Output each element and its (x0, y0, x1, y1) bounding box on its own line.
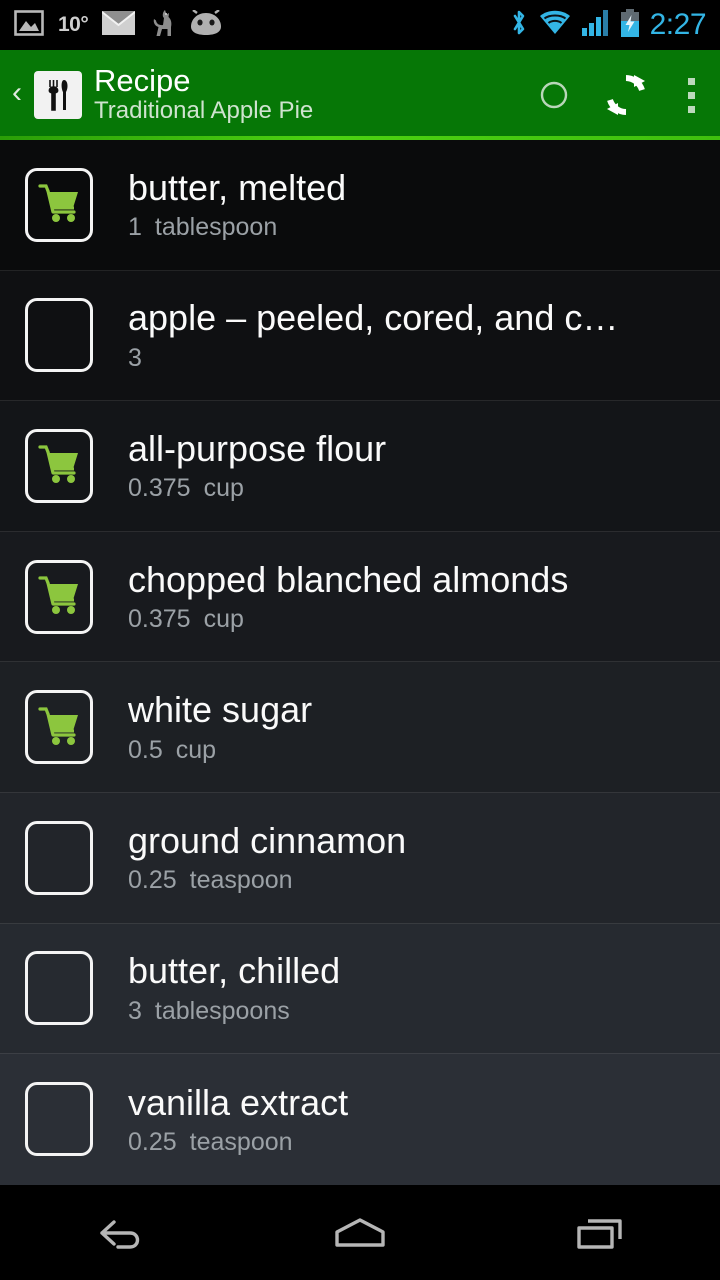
ingredient-text: all-purpose flour 0.375 cup (128, 429, 720, 503)
llama-icon (149, 8, 175, 43)
status-bar-clock: 2:27 (649, 8, 707, 41)
shopping-cart-checkbox-checked[interactable] (25, 428, 93, 503)
ingredient-unit: tablespoon (154, 213, 278, 242)
ingredient-text: white sugar 0.5 cup (128, 690, 720, 764)
ingredient-quantity: 3 (128, 996, 142, 1025)
back-navigation-button[interactable]: ‹ (0, 78, 34, 112)
photo-icon (14, 9, 44, 41)
shopping-cart-checkbox-empty[interactable] (25, 298, 93, 373)
action-bar-actions (518, 50, 720, 140)
battery-charging-icon (620, 8, 640, 42)
ingredient-name: butter, chilled (128, 951, 341, 992)
fork-knife-icon[interactable] (34, 71, 82, 119)
action-bar: ‹ Recipe Traditional Apple Pie (0, 50, 720, 140)
nav-home-icon[interactable] (285, 1185, 435, 1280)
shopping-cart-checkbox-empty[interactable] (25, 820, 93, 895)
ingredient-measure: 0.375 cup (128, 475, 710, 503)
nav-back-icon[interactable] (45, 1185, 195, 1280)
ingredient-quantity: 0.25 (128, 1127, 177, 1156)
ingredient-measure: 1 tablespoon (128, 214, 710, 242)
shopping-cart-checkbox-checked[interactable] (25, 690, 93, 765)
temperature-label: 10° (58, 13, 89, 36)
ingredient-text: butter, melted 1 tablespoon (128, 168, 720, 242)
ingredient-measure: 0.5 cup (128, 735, 710, 765)
ingredient-name: apple – peeled, cored, and c… (128, 298, 619, 339)
ingredient-unit: cup (175, 735, 217, 764)
status-bar-right-icons: 2:27 (510, 0, 707, 50)
shopping-cart-checkbox-empty[interactable] (25, 1082, 93, 1157)
ingredient-unit: cup (203, 474, 244, 503)
overflow-dot (687, 77, 695, 85)
ingredient-text: chopped blanched almonds 0.375 cup (128, 560, 720, 634)
ingredient-name: vanilla extract (128, 1082, 349, 1123)
ingredient-measure: 0.25 teaspoon (128, 867, 710, 895)
android-screen: 10° 2:27 ‹ Recipe Traditional Apple Pie … (0, 0, 720, 1280)
ingredient-unit: cup (203, 604, 244, 633)
ingredient-text: butter, chilled 3 tablespoons (128, 951, 720, 1025)
sync-refresh-icon[interactable] (590, 50, 662, 140)
ingredient-quantity: 3 (128, 343, 142, 372)
ingredient-unit: teaspoon (189, 1127, 293, 1156)
status-bar-left-icons: 10° (14, 8, 223, 43)
ingredient-row[interactable]: butter, melted 1 tablespoon (0, 140, 720, 271)
page-subtitle: Traditional Apple Pie (94, 97, 314, 125)
overflow-dot (687, 105, 695, 113)
ingredient-quantity: 0.5 (128, 735, 163, 764)
shopping-cart-checkbox-empty[interactable] (25, 951, 93, 1026)
ingredient-quantity: 0.375 (128, 604, 191, 633)
ingredient-row[interactable]: ground cinnamon 0.25 teaspoon (0, 792, 720, 924)
overflow-dot (687, 91, 695, 99)
ingredient-measure: 3 (128, 343, 710, 373)
shopping-cart-checkbox-checked[interactable] (25, 559, 93, 634)
ingredient-measure: 3 tablespoons (128, 996, 710, 1026)
ingredient-measure: 0.25 teaspoon (128, 1127, 710, 1157)
action-bar-titles: Recipe Traditional Apple Pie (94, 62, 518, 126)
ingredient-row[interactable]: white sugar 0.5 cup (0, 662, 720, 793)
ingredient-row[interactable]: chopped blanched almonds 0.375 cup (0, 531, 720, 663)
ingredient-text: ground cinnamon 0.25 teaspoon (128, 821, 720, 895)
ingredient-measure: 0.375 cup (128, 604, 710, 634)
cellular-signal-icon (581, 9, 610, 41)
ingredient-list[interactable]: butter, melted 1 tablespoon apple – peeled,… (0, 140, 720, 1185)
ingredient-name: chopped blanched almonds (128, 559, 569, 600)
page-title: Recipe (94, 62, 191, 98)
ingredient-unit: tablespoons (154, 996, 290, 1025)
shopping-cart-checkbox-checked[interactable] (25, 167, 93, 242)
wifi-icon (538, 10, 572, 41)
ingredient-row[interactable]: butter, chilled 3 tablespoons (0, 923, 720, 1055)
bluetooth-icon (510, 8, 528, 43)
status-bar: 10° 2:27 (0, 0, 720, 50)
ingredient-row[interactable]: apple – peeled, cored, and c… 3 (0, 270, 720, 402)
ingredient-name: ground cinnamon (128, 820, 407, 861)
ingredient-quantity: 0.375 (128, 474, 191, 503)
ingredient-unit: teaspoon (189, 866, 293, 895)
system-navigation-bar (0, 1185, 720, 1280)
mail-icon (101, 10, 136, 40)
ingredient-text: vanilla extract 0.25 teaspoon (128, 1083, 720, 1157)
ingredient-row[interactable]: all-purpose flour 0.375 cup (0, 401, 720, 532)
ingredient-name: white sugar (128, 690, 313, 731)
ingredient-name: all-purpose flour (128, 429, 387, 470)
ingredient-quantity: 0.25 (128, 866, 177, 895)
ingredient-name: butter, melted (128, 167, 347, 208)
ingredient-quantity: 1 (128, 213, 142, 242)
ingredient-row[interactable]: vanilla extract 0.25 teaspoon (0, 1054, 720, 1185)
shopping-cart-icon (36, 573, 82, 620)
shopping-cart-icon (36, 704, 82, 751)
android-face-icon (189, 8, 223, 41)
shopping-cart-icon (36, 181, 82, 228)
circle-icon[interactable] (518, 50, 590, 140)
nav-recents-icon[interactable] (525, 1185, 675, 1280)
ingredient-text: apple – peeled, cored, and c… 3 (128, 298, 720, 372)
shopping-cart-icon (36, 442, 82, 489)
overflow-menu-icon[interactable] (662, 50, 720, 140)
